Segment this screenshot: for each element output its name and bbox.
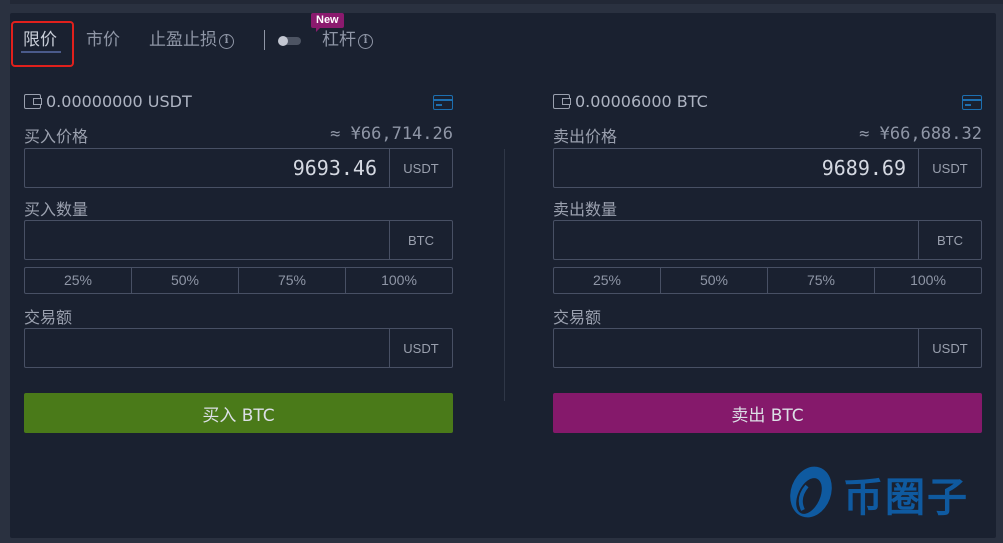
unit-label: USDT [918, 149, 981, 187]
unit-label: USDT [389, 149, 452, 187]
buy-balance: 0.00000000 USDT [24, 92, 192, 111]
column-divider [504, 149, 505, 401]
percent-100-button[interactable]: 100% [875, 268, 981, 293]
buy-total-input[interactable] [25, 329, 389, 367]
unit-label: BTC [918, 221, 981, 259]
buy-total-field: USDT [24, 328, 453, 368]
unit-label: BTC [389, 221, 452, 259]
sell-price-field: USDT [553, 148, 982, 188]
card-icon[interactable] [433, 95, 453, 110]
sell-price-approx: ≈ ¥66,688.32 [859, 124, 982, 144]
buy-amount-label: 买入数量 [24, 200, 89, 219]
buy-form: 0.00000000 USDT 买入价格 ≈ ¥66,714.26 USDT 买… [24, 13, 453, 538]
card-icon[interactable] [962, 95, 982, 110]
percent-50-button[interactable]: 50% [132, 268, 239, 293]
wallet-icon [24, 94, 42, 109]
buy-price-approx: ≈ ¥66,714.26 [330, 124, 453, 144]
percent-50-button[interactable]: 50% [661, 268, 768, 293]
percent-75-button[interactable]: 75% [239, 268, 346, 293]
unit-label: USDT [918, 329, 981, 367]
sell-balance: 0.00006000 BTC [553, 92, 708, 111]
sell-total-field: USDT [553, 328, 982, 368]
sell-total-label: 交易额 [553, 308, 602, 327]
percent-25-button[interactable]: 25% [25, 268, 132, 293]
watermark-logo-icon [790, 466, 832, 518]
buy-price-input[interactable] [25, 149, 389, 187]
buy-amount-input[interactable] [25, 221, 389, 259]
buy-total-label: 交易额 [24, 308, 73, 327]
percent-100-button[interactable]: 100% [346, 268, 452, 293]
wallet-icon [553, 94, 571, 109]
sell-total-input[interactable] [554, 329, 918, 367]
buy-percent-selector: 25% 50% 75% 100% [24, 267, 453, 294]
watermark-text: 币圈子 [843, 475, 969, 521]
sell-form: 0.00006000 BTC 卖出价格 ≈ ¥66,688.32 USDT 卖出… [553, 13, 982, 538]
sell-amount-input[interactable] [554, 221, 918, 259]
unit-label: USDT [389, 329, 452, 367]
sell-price-input[interactable] [554, 149, 918, 187]
sell-price-label: 卖出价格 [553, 127, 618, 146]
buy-amount-field: BTC [24, 220, 453, 260]
top-bar [10, 0, 1003, 4]
buy-price-label: 买入价格 [24, 127, 89, 146]
watermark: 币圈子 [783, 464, 969, 524]
percent-25-button[interactable]: 25% [554, 268, 661, 293]
percent-75-button[interactable]: 75% [768, 268, 875, 293]
sell-button[interactable]: 卖出 BTC [553, 393, 982, 433]
buy-price-field: USDT [24, 148, 453, 188]
balance-value: 0.00006000 BTC [575, 92, 708, 111]
trade-panel: 限价 市价 止盈止损 i New 杠杆 i 0.00000000 USDT 买入价格… [10, 13, 996, 538]
sell-amount-label: 卖出数量 [553, 200, 618, 219]
sell-percent-selector: 25% 50% 75% 100% [553, 267, 982, 294]
balance-value: 0.00000000 USDT [46, 92, 192, 111]
sell-amount-field: BTC [553, 220, 982, 260]
buy-button[interactable]: 买入 BTC [24, 393, 453, 433]
